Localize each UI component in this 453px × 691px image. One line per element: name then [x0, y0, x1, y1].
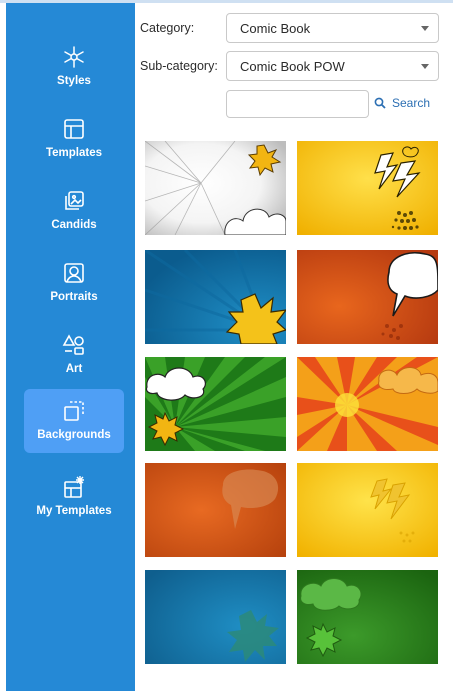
- chevron-down-icon: [421, 64, 429, 69]
- backgrounds-icon: [24, 399, 124, 425]
- subcategory-select[interactable]: Comic Book POW: [226, 51, 439, 81]
- search-button[interactable]: Search: [374, 92, 430, 114]
- background-thumbnail-9[interactable]: [145, 570, 286, 664]
- sidebar-item-my-templates[interactable]: My Templates: [24, 465, 124, 529]
- category-label: Category:: [140, 21, 195, 35]
- background-thumbnail-10[interactable]: [297, 570, 438, 664]
- background-thumbnail-6[interactable]: [297, 357, 438, 451]
- styles-icon: [24, 45, 124, 71]
- background-thumbnail-8[interactable]: [297, 463, 438, 557]
- sidebar-item-portraits[interactable]: Portraits: [24, 251, 124, 315]
- templates-icon: [24, 117, 124, 143]
- sidebar-item-candids[interactable]: Candids: [24, 179, 124, 243]
- background-thumbnail-2[interactable]: [297, 141, 438, 235]
- sidebar-item-label: Templates: [45, 147, 103, 159]
- sidebar-item-label: Candids: [51, 219, 97, 231]
- portraits-icon: [24, 261, 124, 287]
- sidebar-item-label: Art: [65, 363, 83, 375]
- category-select[interactable]: Comic Book: [226, 13, 439, 43]
- subcategory-value: Comic Book POW: [240, 59, 345, 74]
- candids-icon: [24, 189, 124, 215]
- search-icon: [374, 97, 386, 109]
- background-thumbnail-7[interactable]: [145, 463, 286, 557]
- chevron-down-icon: [421, 26, 429, 31]
- sidebar-item-backgrounds[interactable]: Backgrounds: [24, 389, 124, 453]
- background-thumbnail-4[interactable]: [297, 250, 438, 344]
- search-input[interactable]: [226, 90, 369, 118]
- sidebar-item-label: Portraits: [50, 291, 98, 303]
- subcategory-label: Sub-category:: [140, 59, 218, 73]
- sidebar-item-styles[interactable]: Styles: [24, 35, 124, 99]
- background-thumbnail-5[interactable]: [145, 357, 286, 451]
- category-value: Comic Book: [240, 21, 311, 36]
- sidebar-item-label: Backgrounds: [37, 429, 111, 441]
- art-icon: [24, 333, 124, 359]
- sidebar-item-art[interactable]: Art: [24, 323, 124, 387]
- backgrounds-panel: Styles Templates Candids Portraits Art B…: [0, 0, 453, 691]
- background-thumbnail-1[interactable]: [145, 141, 286, 235]
- sidebar-item-label: My Templates: [36, 505, 112, 517]
- my-templates-icon: [24, 475, 124, 501]
- sidebar-item-templates[interactable]: Templates: [24, 107, 124, 171]
- sidebar-item-label: Styles: [57, 75, 91, 87]
- sidebar: Styles Templates Candids Portraits Art B…: [6, 3, 135, 691]
- background-thumbnail-3[interactable]: [145, 250, 286, 344]
- search-button-label: Search: [392, 96, 431, 110]
